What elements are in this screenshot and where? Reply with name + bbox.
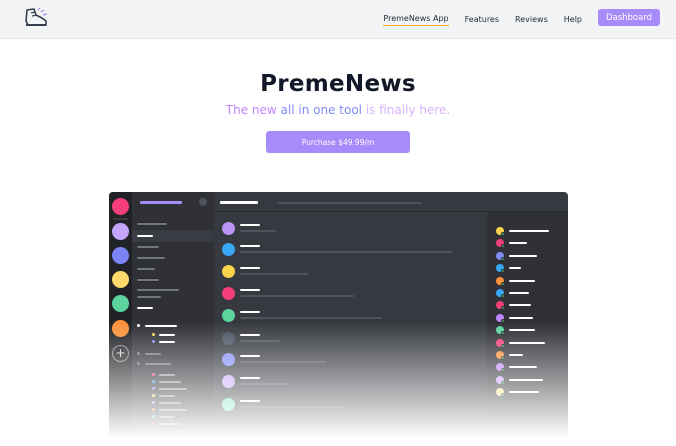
channel-bar bbox=[137, 223, 167, 225]
member-name-bar bbox=[509, 316, 533, 319]
dashboard-button[interactable]: Dashboard bbox=[598, 9, 660, 26]
message-author-bar bbox=[240, 289, 260, 291]
hero-subtitle: The new all in one tool is finally here. bbox=[0, 103, 676, 117]
message-author-bar bbox=[240, 311, 260, 313]
channel-bar bbox=[137, 279, 159, 281]
nav-link-reviews[interactable]: Reviews bbox=[515, 15, 548, 24]
message-text-bar bbox=[240, 230, 276, 232]
message-author-bar bbox=[240, 245, 260, 247]
member-name-bar bbox=[509, 254, 537, 257]
server-icon bbox=[112, 295, 129, 312]
subtitle-part: is finally bbox=[362, 103, 420, 117]
message-avatar bbox=[222, 222, 235, 235]
channel-bar bbox=[137, 289, 179, 291]
subtitle-highlight: all in one tool bbox=[280, 103, 363, 117]
message-avatar bbox=[222, 309, 235, 322]
purchase-button[interactable]: Purchase $49.99/m bbox=[266, 131, 410, 153]
top-navbar: PremeNews App Features Reviews Help Dash… bbox=[0, 0, 676, 39]
server-icon bbox=[112, 247, 129, 264]
channel-bar bbox=[137, 257, 165, 259]
chat-header bbox=[214, 192, 568, 212]
member-status-dot bbox=[501, 244, 505, 249]
sneaker-icon[interactable] bbox=[22, 6, 50, 32]
hero-title: PremeNews bbox=[260, 71, 416, 97]
server-icon bbox=[112, 198, 129, 215]
member-status-dot bbox=[501, 306, 505, 311]
member-name-bar bbox=[509, 230, 549, 232]
channel-bar bbox=[137, 307, 153, 309]
nav-link-premenews-app[interactable]: PremeNews App bbox=[383, 14, 449, 26]
member-status-dot bbox=[501, 256, 505, 261]
server-divider bbox=[113, 218, 128, 220]
subtitle-part: The new bbox=[225, 103, 281, 117]
member-status-dot bbox=[501, 294, 505, 298]
message-text-bar bbox=[240, 295, 354, 297]
nav-link-help[interactable]: Help bbox=[564, 15, 582, 24]
channel-topic-bar bbox=[277, 202, 422, 204]
member-status-dot bbox=[501, 269, 505, 274]
member-name-bar bbox=[509, 292, 529, 294]
message-avatar bbox=[222, 287, 235, 300]
message-text-bar bbox=[240, 273, 308, 275]
channel-title-bar bbox=[220, 201, 258, 204]
channel-bar bbox=[137, 268, 155, 270]
subtitle-part: here. bbox=[419, 103, 451, 117]
server-icon bbox=[112, 271, 129, 288]
member-name-bar bbox=[509, 279, 535, 282]
server-icon bbox=[112, 223, 129, 240]
channel-bar bbox=[137, 296, 161, 298]
member-status-dot bbox=[501, 232, 505, 236]
message-text-bar bbox=[240, 317, 382, 319]
member-name-bar bbox=[509, 242, 527, 245]
message-author-bar bbox=[240, 224, 260, 226]
nav-link-features[interactable]: Features bbox=[465, 15, 499, 24]
server-menu-dot bbox=[199, 198, 207, 206]
member-status-dot bbox=[501, 281, 505, 286]
message-author-bar bbox=[240, 267, 260, 269]
channel-bar bbox=[137, 246, 159, 248]
member-name-bar bbox=[509, 267, 521, 270]
server-name-bar bbox=[140, 201, 182, 204]
message-text-bar bbox=[240, 251, 452, 253]
app-preview-screenshot: + bbox=[109, 192, 568, 438]
member-name-bar bbox=[509, 304, 531, 307]
message-avatar bbox=[222, 265, 235, 278]
preview-fade-overlay bbox=[109, 322, 568, 438]
message-avatar bbox=[222, 243, 235, 256]
channel-bar bbox=[137, 235, 153, 237]
